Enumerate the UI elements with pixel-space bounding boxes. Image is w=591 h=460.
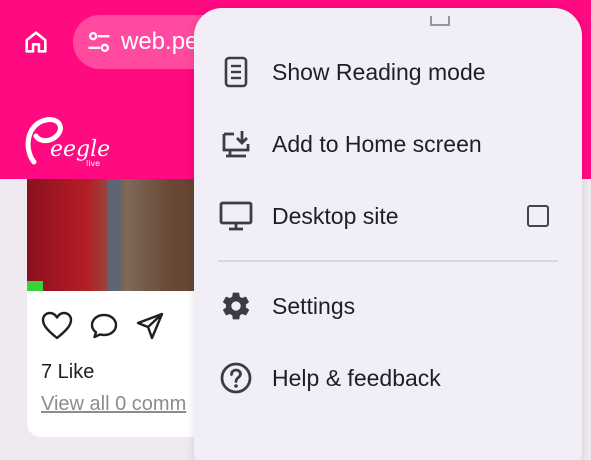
menu-item-show-reading-mode[interactable]: Show Reading mode: [194, 42, 582, 102]
home-icon: [25, 31, 47, 53]
svg-text:live: live: [86, 159, 100, 168]
reading-mode-icon: [218, 54, 254, 90]
comment-icon[interactable]: [89, 311, 119, 341]
menu-item-label: Add to Home screen: [272, 130, 482, 157]
gear-icon: [218, 288, 254, 324]
view-comments-link[interactable]: View all 0 comm: [41, 393, 186, 416]
menu-item-add-to-home-screen[interactable]: Add to Home screen: [194, 114, 582, 174]
heart-icon[interactable]: [41, 311, 73, 341]
post-actions: [41, 311, 165, 341]
url-text: web.pe: [121, 28, 199, 55]
menu-item-label: Show Reading mode: [272, 58, 486, 85]
menu-item-settings[interactable]: Settings: [194, 276, 582, 336]
site-logo[interactable]: eegle live: [20, 110, 112, 170]
menu-item-label: Settings: [272, 292, 356, 319]
svg-text:eegle: eegle: [50, 137, 110, 162]
peegle-logo-icon: eegle live: [25, 117, 110, 168]
menu-item-label: Desktop site: [272, 202, 399, 229]
desktop-icon: [218, 198, 254, 234]
send-icon[interactable]: [135, 311, 165, 341]
desktop-site-checkbox[interactable]: [527, 205, 549, 227]
like-count: 7 Like: [41, 361, 95, 383]
menu-divider: [218, 260, 558, 262]
tune-icon[interactable]: [85, 28, 113, 56]
help-icon: [218, 360, 254, 396]
menu-item-label: Help & feedback: [272, 364, 441, 391]
browser-overflow-menu: Show Reading mode Add to Home screen Des…: [194, 8, 582, 460]
menu-item-help-feedback[interactable]: Help & feedback: [194, 348, 582, 408]
browser-screen: web.pe eegle live 7 Like View all 0 comm…: [0, 0, 591, 460]
menu-item-desktop-site[interactable]: Desktop site: [194, 186, 582, 246]
menu-top-partial-icon: [430, 16, 450, 26]
home-button[interactable]: [18, 24, 54, 60]
add-to-home-screen-icon: [218, 126, 254, 162]
